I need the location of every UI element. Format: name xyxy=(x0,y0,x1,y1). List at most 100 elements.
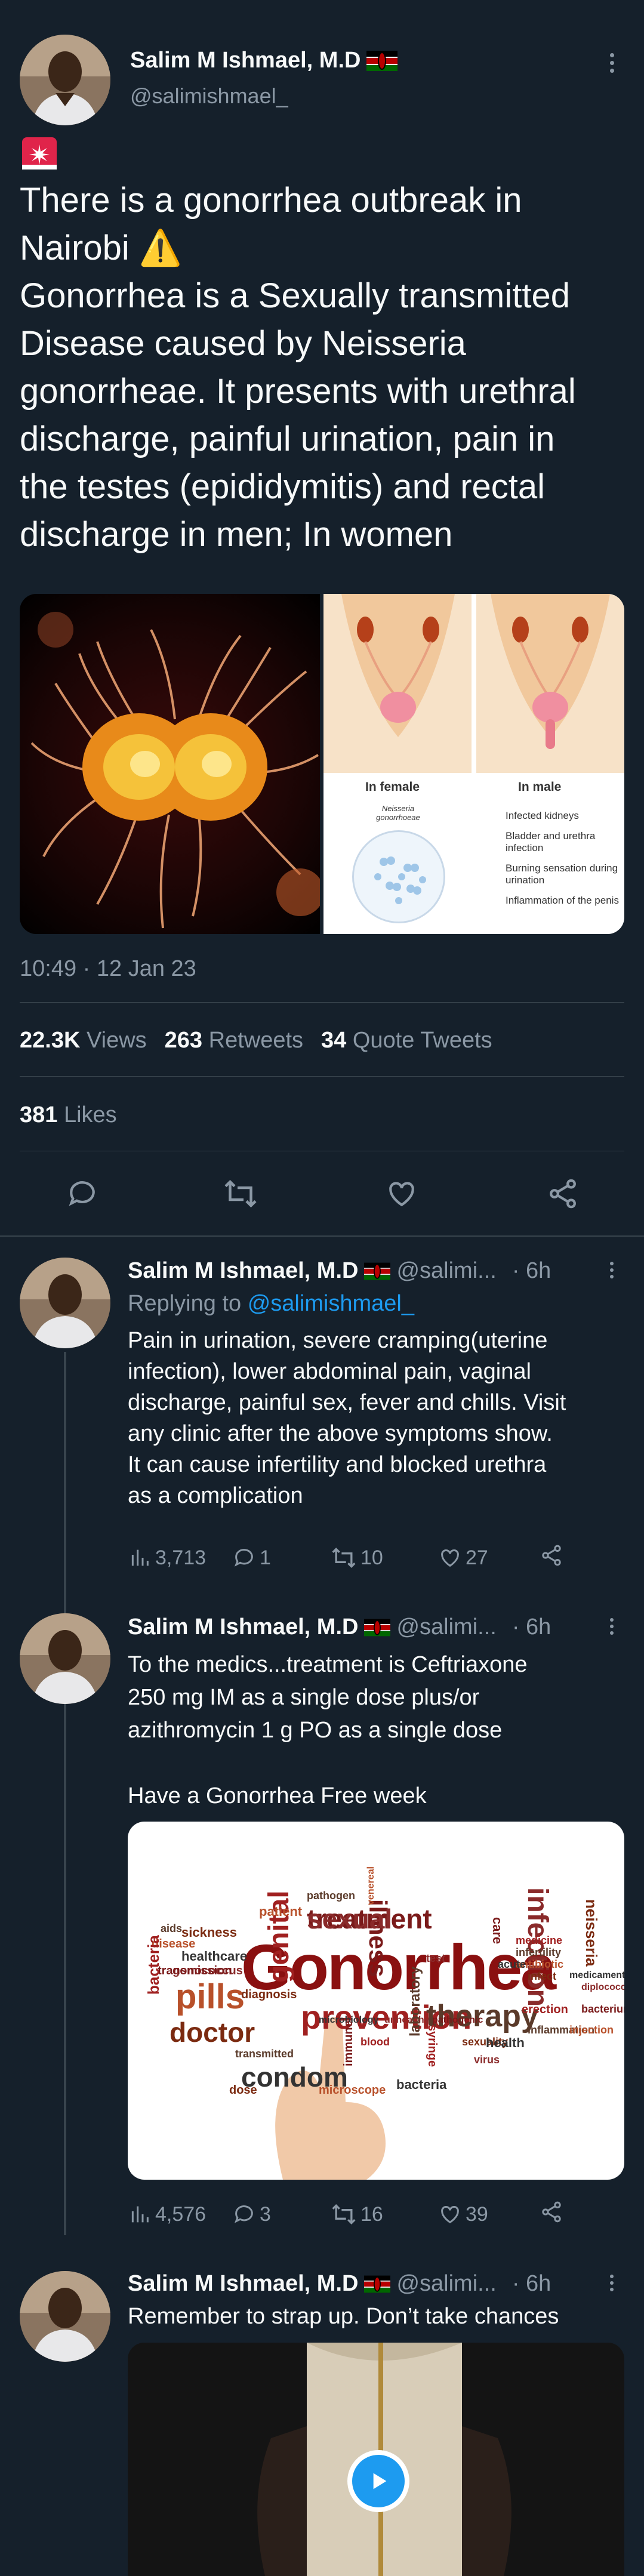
petri-dish xyxy=(352,830,445,923)
reply-line: To the medics...treatment is Ceftriaxone xyxy=(128,1652,528,1677)
more-options-icon[interactable] xyxy=(603,2271,621,2295)
retweet-action[interactable]: 16 xyxy=(331,2201,383,2227)
reply-author-name[interactable]: Salim M Ishmael, M.D xyxy=(128,2271,358,2297)
kenya-flag-icon xyxy=(364,1619,391,1636)
word-cloud-word: syringe xyxy=(426,2025,439,2067)
play-button[interactable] xyxy=(347,2450,409,2512)
action-bar xyxy=(20,1173,624,1221)
like-action[interactable]: 27 xyxy=(438,1546,488,1570)
retweet-icon[interactable] xyxy=(220,1173,261,1215)
male-symptoms-list: Infected kidneys Bladder and urethra inf… xyxy=(506,810,619,907)
reply-time[interactable]: · 6h xyxy=(512,2271,551,2297)
reply-icon[interactable] xyxy=(61,1173,103,1215)
replying-to: Replying to @salimishmael_ xyxy=(128,1291,415,1316)
views-icon xyxy=(131,2206,149,2223)
replying-to-link[interactable]: @salimishmael_ xyxy=(248,1291,414,1316)
word-cloud-word: medicament xyxy=(569,1970,624,1980)
divider xyxy=(20,1076,624,1077)
avatar-photo xyxy=(20,1613,110,1704)
reply-actions: 3,713 1 10 27 xyxy=(128,1543,605,1573)
views-stat[interactable]: 22.3K Views xyxy=(20,1028,147,1053)
petri-dish-illustration xyxy=(374,856,426,904)
more-options-icon[interactable] xyxy=(603,48,621,78)
word-cloud-word: test xyxy=(426,1952,446,1964)
reply-line: infection), lower abdominal pain, vagina… xyxy=(128,1359,531,1384)
word-cloud-word: laboratory xyxy=(407,1966,423,2036)
word-cloud-word: infect xyxy=(528,1970,557,1982)
avatar-photo xyxy=(20,1258,110,1348)
more-options-icon[interactable] xyxy=(603,1614,621,1638)
reply-avatar[interactable] xyxy=(20,2271,110,2362)
reply-header: Salim M Ishmael, M.D @salimi... · 6h xyxy=(128,2271,551,2297)
like-action[interactable]: 39 xyxy=(438,2202,488,2226)
reply-actions: 4,576 3 16 39 xyxy=(128,2199,605,2229)
reply-action[interactable]: 3 xyxy=(232,2202,271,2226)
reply-time[interactable]: · 6h xyxy=(512,1614,551,1640)
bacteria-image[interactable] xyxy=(20,594,324,934)
reply-handle[interactable]: @salimi... xyxy=(396,1614,496,1640)
engagement-stats: 22.3K Views 263 Retweets 34 Quote Tweets xyxy=(20,1028,492,1053)
reply-avatar[interactable] xyxy=(20,1613,110,1704)
reply-handle[interactable]: @salimi... xyxy=(396,2271,496,2297)
reply-handle[interactable]: @salimi... xyxy=(396,1258,496,1284)
likes-stat[interactable]: 381 Likes xyxy=(20,1102,117,1128)
tweet-timestamp[interactable]: 10:49 · 12 Jan 23 xyxy=(20,956,196,982)
word-cloud-word: sickness xyxy=(181,1925,237,1940)
word-cloud-word: health xyxy=(486,2035,525,2050)
video-thumbnail[interactable] xyxy=(128,2343,624,2576)
word-cloud-word: injection xyxy=(569,2024,614,2036)
tweet-text: There is a gonorrhea outbreak in Nairobi… xyxy=(20,177,634,559)
word-cloud-word: aids xyxy=(161,1922,183,1934)
author-handle[interactable]: @salimishmael_ xyxy=(130,84,288,109)
tweet-media[interactable]: In female In male Neisseria gonorrhoeae … xyxy=(20,594,624,934)
views-action[interactable]: 3,713 xyxy=(128,1546,206,1570)
avatar-photo xyxy=(20,2271,110,2362)
kenya-flag-icon xyxy=(364,1262,391,1280)
retweet-action[interactable]: 10 xyxy=(331,1545,383,1571)
reply-author-name[interactable]: Salim M Ishmael, M.D xyxy=(128,1258,358,1284)
symptom-item: Inflammation of the penis xyxy=(506,895,619,906)
kenya-flag-icon xyxy=(366,50,398,71)
word-cloud-word: healthcare xyxy=(181,1949,248,1964)
play-icon xyxy=(373,2473,387,2489)
divider xyxy=(0,1235,644,1237)
quote-tweets-stat[interactable]: 34 Quote Tweets xyxy=(321,1028,492,1053)
like-icon[interactable] xyxy=(381,1173,423,1215)
views-action[interactable]: 4,576 xyxy=(128,2202,206,2226)
word-cloud-word: immune xyxy=(342,2020,355,2066)
reply-action[interactable]: 1 xyxy=(232,1546,271,1570)
tweet-line: There is a gonorrhea outbreak in xyxy=(20,181,522,220)
author-name[interactable]: Salim M Ishmael, M.D xyxy=(130,48,360,73)
word-cloud-image[interactable]: Gonorrhea treatment prevention therapy pills… xyxy=(128,1822,624,2180)
kenya-flag-icon xyxy=(364,2275,391,2292)
reply-text: Remember to strap up. Don’t take chances xyxy=(128,2304,559,2329)
word-cloud-word: pills xyxy=(175,1977,245,2016)
word-cloud-word: transmission xyxy=(158,1964,232,1977)
reply-author-name[interactable]: Salim M Ishmael, M.D xyxy=(128,1614,358,1640)
word-cloud-word: bacterium xyxy=(581,2003,624,2015)
retweet-icon xyxy=(332,2204,356,2225)
reply-avatar[interactable] xyxy=(20,1258,110,1348)
retweets-stat[interactable]: 263 Retweets xyxy=(165,1028,303,1053)
reply-line: azithromycin 1 g PO as a single dose xyxy=(128,1718,503,1743)
word-cloud-word: acute xyxy=(498,1958,526,1970)
share-icon[interactable] xyxy=(540,1543,563,1573)
author-avatar[interactable] xyxy=(20,35,110,125)
word-cloud-word: erection xyxy=(522,2003,568,2016)
reply-icon xyxy=(234,2205,253,2223)
share-icon[interactable] xyxy=(540,2200,563,2229)
reply-text: To the medics...treatment is Ceftriaxone… xyxy=(128,1648,629,1813)
more-options-icon[interactable] xyxy=(603,1258,621,1282)
female-label: In female xyxy=(365,780,420,794)
reply-line: any clinic after the above symptoms show… xyxy=(128,1421,553,1446)
word-cloud-word: neisseria xyxy=(583,1899,600,1967)
word-cloud-word: sexual xyxy=(307,1903,393,1934)
siren-icon xyxy=(22,137,57,170)
symptom-item: Burning sensation during urination xyxy=(506,862,618,886)
word-cloud-word: microscope xyxy=(319,2084,386,2097)
reply-icon xyxy=(234,1549,253,1567)
share-icon[interactable] xyxy=(542,1173,584,1215)
reply-time[interactable]: · 6h xyxy=(512,1258,551,1284)
symptoms-diagram[interactable]: In female In male Neisseria gonorrhoeae … xyxy=(323,594,624,934)
bacteria-illustration xyxy=(30,612,324,929)
